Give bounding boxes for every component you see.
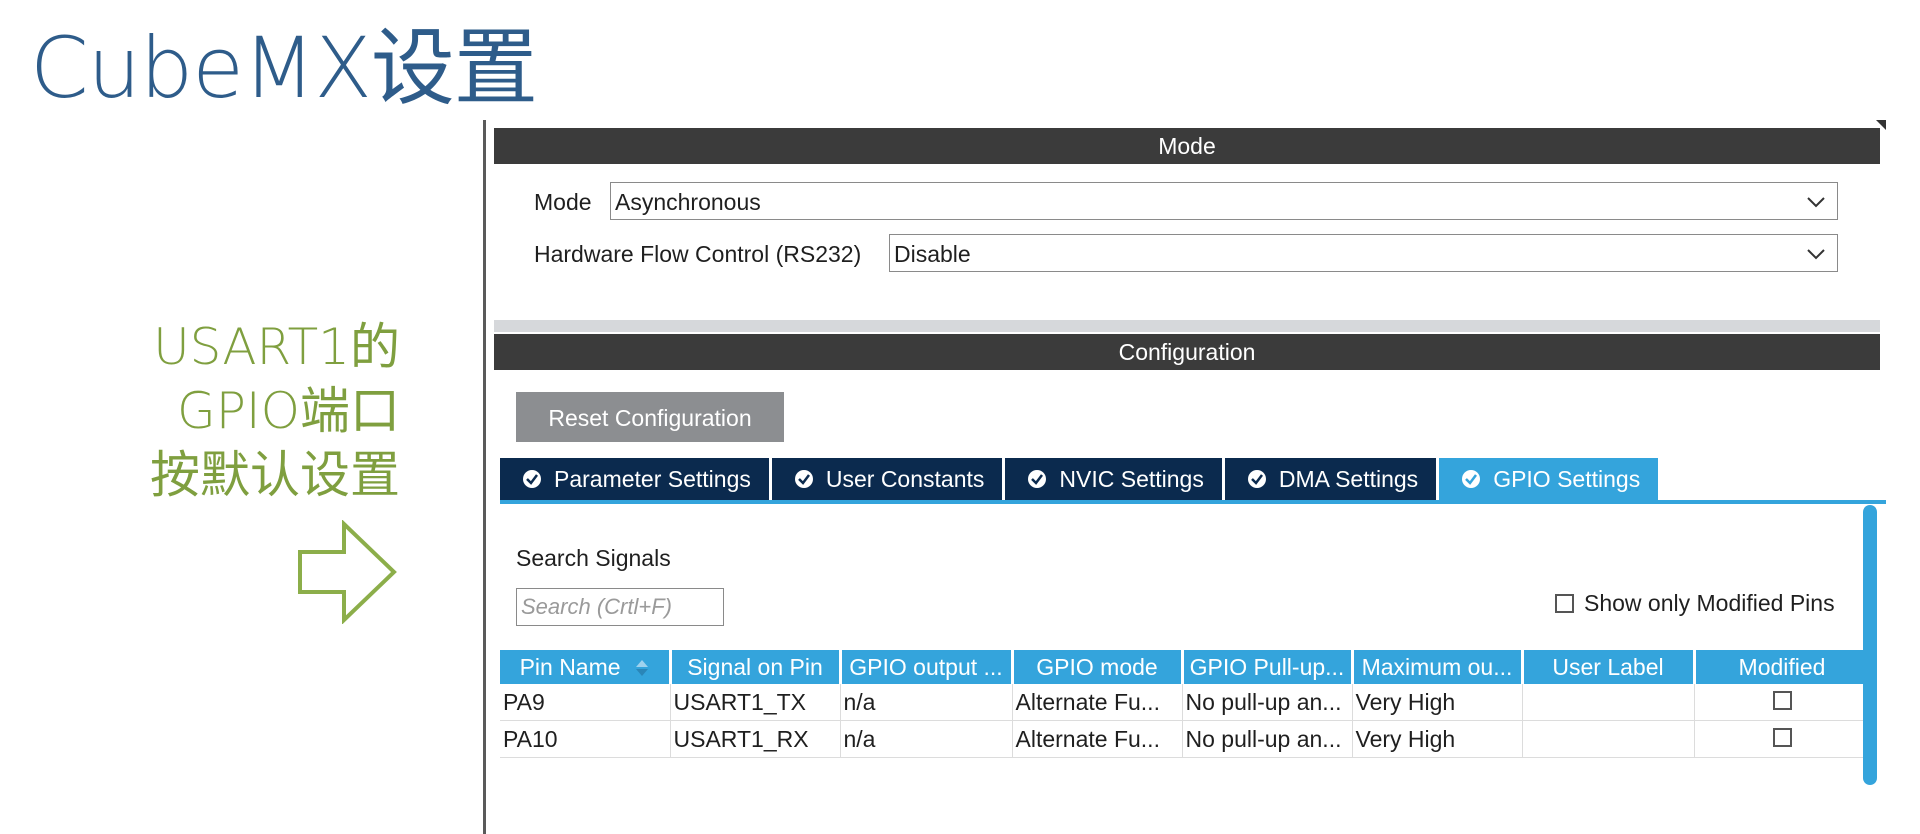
- tab-label: User Constants: [825, 466, 985, 492]
- cell-user-label[interactable]: [1522, 720, 1695, 758]
- check-circle-icon: [1028, 470, 1047, 488]
- search-signals-input[interactable]: [516, 588, 724, 626]
- section-divider: [494, 320, 1880, 332]
- tab-nvic-settings[interactable]: NVIC Settings: [1005, 458, 1222, 500]
- modified-checkbox[interactable]: [1772, 727, 1792, 747]
- tab-dma-settings[interactable]: DMA Settings: [1224, 458, 1437, 500]
- slide-title: CubeMX设置: [30, 19, 538, 117]
- column-header-gpio-pull[interactable]: GPIO Pull-up...: [1182, 650, 1354, 684]
- reset-configuration-button[interactable]: Reset Configuration: [516, 392, 784, 442]
- table-header-row: Pin Name Signal on Pin GPIO output ... G…: [500, 650, 1872, 684]
- configuration-section-header: Configuration: [494, 334, 1880, 370]
- cell-user-label[interactable]: [1522, 684, 1695, 721]
- chevron-down-icon: [1807, 249, 1825, 260]
- mode-label: Mode: [534, 189, 592, 215]
- check-circle-icon: [523, 470, 541, 488]
- annotation-line-3: 按默认设置: [150, 446, 400, 504]
- annotation-line-1: USART1的: [153, 318, 400, 376]
- chevron-down-icon: [1807, 197, 1825, 208]
- cell-signal: USART1_TX: [670, 684, 841, 721]
- cell-gpio-pull: No pull-up an...: [1182, 720, 1353, 758]
- tab-label: Parameter Settings: [554, 466, 751, 492]
- cell-pin-name: PA10: [500, 720, 671, 758]
- show-modified-label: Show only Modified Pins: [1584, 590, 1835, 616]
- cell-max-output: Very High: [1352, 720, 1523, 758]
- cell-gpio-mode: Alternate Fu...: [1012, 684, 1183, 721]
- column-header-maximum-output[interactable]: Maximum ou...: [1352, 650, 1524, 684]
- flow-control-value: Disable: [894, 241, 971, 267]
- vertical-scrollbar[interactable]: [1863, 505, 1877, 785]
- column-header-user-label[interactable]: User Label: [1522, 650, 1696, 684]
- table-row[interactable]: PA9 USART1_TX n/a Alternate Fu... No pul…: [500, 684, 1871, 721]
- tab-label: GPIO Settings: [1493, 466, 1641, 492]
- tab-underline: [500, 500, 1886, 504]
- cell-max-output: Very High: [1352, 684, 1523, 721]
- mode-select[interactable]: Asynchronous: [610, 182, 1838, 220]
- right-arrow-outline-icon: [296, 519, 400, 625]
- column-header-signal-on-pin[interactable]: Signal on Pin: [670, 650, 842, 684]
- cell-modified: [1694, 720, 1871, 758]
- table-row[interactable]: PA10 USART1_RX n/a Alternate Fu... No pu…: [500, 720, 1871, 758]
- tab-label: NVIC Settings: [1059, 466, 1204, 492]
- column-header-gpio-output[interactable]: GPIO output ...: [840, 650, 1014, 684]
- gpio-signals-table: Pin Name Signal on Pin GPIO output ... G…: [500, 650, 1872, 758]
- usart-config-panel: Mode Mode Asynchronous Hardware Flow Con…: [483, 120, 1886, 834]
- check-circle-icon: [794, 470, 813, 488]
- search-signals-label: Search Signals: [516, 545, 671, 571]
- cell-gpio-output: n/a: [840, 720, 1013, 758]
- mode-select-value: Asynchronous: [615, 189, 761, 215]
- sort-icon[interactable]: [635, 658, 649, 678]
- cell-gpio-mode: Alternate Fu...: [1012, 720, 1183, 758]
- tab-user-constants[interactable]: User Constants: [771, 458, 1003, 500]
- flow-control-select[interactable]: Disable: [889, 234, 1838, 272]
- cell-gpio-output: n/a: [840, 684, 1013, 721]
- flow-control-label: Hardware Flow Control (RS232): [534, 241, 862, 267]
- show-modified-checkbox[interactable]: [1555, 594, 1574, 613]
- modified-checkbox[interactable]: [1772, 690, 1792, 710]
- column-header-modified[interactable]: Modified: [1694, 650, 1872, 684]
- show-modified-pins-option[interactable]: Show only Modified Pins: [1555, 590, 1835, 617]
- tab-parameter-settings[interactable]: Parameter Settings: [500, 458, 769, 500]
- column-header-gpio-mode[interactable]: GPIO mode: [1012, 650, 1184, 684]
- tab-gpio-settings[interactable]: GPIO Settings: [1439, 458, 1659, 500]
- column-header-pin-name[interactable]: Pin Name: [500, 650, 672, 684]
- cell-gpio-pull: No pull-up an...: [1182, 684, 1353, 721]
- cell-signal: USART1_RX: [670, 720, 841, 758]
- check-circle-icon: [1462, 470, 1481, 488]
- mode-section-header: Mode: [494, 128, 1880, 164]
- annotation-text: USART1的 GPIO端口 按默认设置: [40, 315, 400, 507]
- annotation-line-2: GPIO端口: [177, 382, 400, 440]
- cell-pin-name: PA9: [500, 684, 671, 721]
- check-circle-icon: [1247, 470, 1266, 488]
- cell-modified: [1694, 684, 1871, 721]
- tab-label: DMA Settings: [1278, 466, 1419, 492]
- config-tabs: Parameter Settings User Constants NVIC S…: [500, 458, 1661, 500]
